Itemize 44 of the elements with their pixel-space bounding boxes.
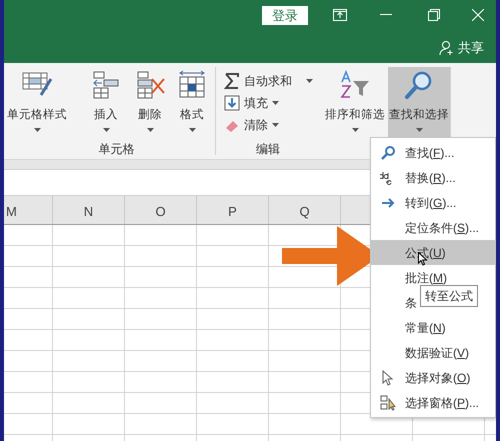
caret-icon [102, 128, 110, 132]
sigma-icon [224, 73, 240, 89]
ribbon-button[interactable]: 删除 [128, 67, 172, 139]
arrow-right-icon [381, 196, 395, 208]
ribbon-button[interactable]: 查找和选择 [388, 67, 450, 139]
share-button[interactable]: 共享 [439, 38, 484, 58]
caret-icon [34, 128, 40, 132]
caret-icon [306, 79, 313, 83]
ribbon-button[interactable]: 插入 [84, 67, 128, 139]
caret-icon [352, 128, 358, 132]
column-header: N [53, 196, 125, 224]
column-header: O [125, 196, 197, 224]
ribbon-button[interactable]: 清除 [224, 114, 324, 136]
selection-pane-icon [380, 394, 396, 410]
caret-icon [416, 128, 422, 132]
ribbon-button[interactable]: 单元格样式 [4, 67, 70, 139]
menu-item[interactable]: 常量(N) [371, 315, 495, 340]
column-header: P [197, 196, 269, 224]
menu-item[interactable]: 选择窗格(P)... [371, 390, 495, 415]
sign-in-button[interactable]: 登录 [262, 6, 308, 25]
ribbon-button[interactable]: 填充 [224, 92, 324, 114]
ribbon-button[interactable]: 自动求和 [224, 70, 324, 92]
tooltip: 转至公式 [420, 285, 478, 307]
search-icon [381, 146, 395, 160]
caret-icon [272, 123, 279, 127]
caret-icon [146, 128, 154, 132]
menu-item[interactable]: 定位条件(S)... [371, 215, 495, 240]
menu-item[interactable]: 转到(G)... [371, 190, 495, 215]
group-label: 单元格 [98, 141, 134, 158]
column-header: Q [269, 196, 341, 224]
group-label: 编辑 [256, 141, 280, 158]
caret-icon [188, 128, 196, 132]
sort-filter-icon [339, 69, 371, 101]
menu-item[interactable]: 选择对象(O) [371, 365, 495, 390]
menu-item[interactable]: 数据验证(V) [371, 340, 495, 365]
caret-icon [272, 101, 279, 105]
menu-item[interactable]: 查找(F)... [371, 140, 495, 165]
ribbon-button[interactable]: 格式 [172, 67, 212, 139]
person-add-icon [439, 40, 455, 56]
menu-item[interactable]: 替换(R)... [371, 165, 495, 190]
ribbon-button[interactable]: 排序和筛选 [324, 67, 386, 139]
pointer-icon [382, 370, 394, 386]
fill-down-icon [224, 95, 240, 111]
column-header: M [4, 196, 53, 224]
